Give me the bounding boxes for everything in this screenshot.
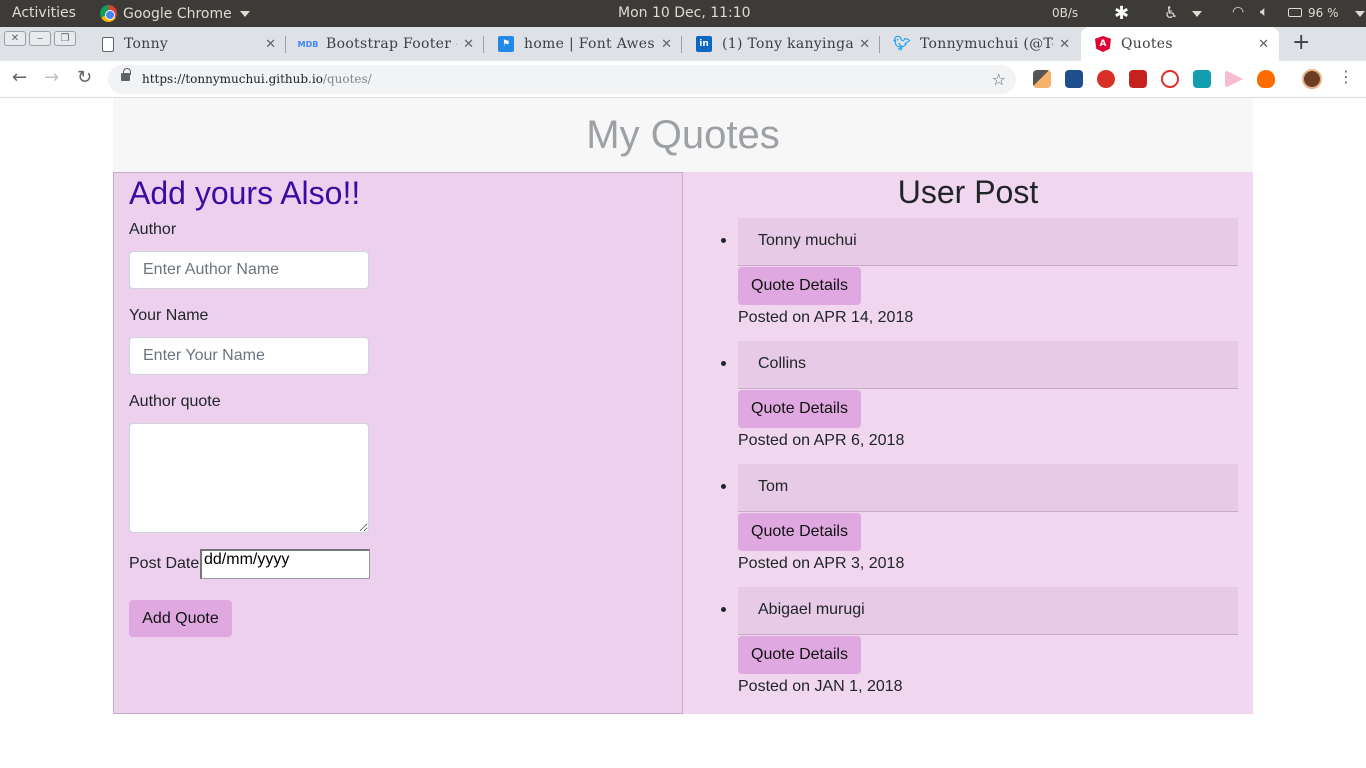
battery-icon[interactable] bbox=[1288, 8, 1302, 17]
post-author: Tom bbox=[738, 464, 1238, 512]
back-icon[interactable]: ← bbox=[12, 67, 27, 88]
bookmark-star-icon[interactable]: ☆ bbox=[992, 65, 1006, 94]
close-icon[interactable]: ✕ bbox=[1258, 37, 1269, 52]
accessibility-icon[interactable]: ♿ bbox=[1164, 3, 1178, 22]
close-icon[interactable]: ✕ bbox=[463, 37, 474, 52]
close-icon[interactable]: ✕ bbox=[859, 37, 870, 52]
tab-font-awesome[interactable]: ⚑ home | Font Aweso ✕ bbox=[484, 27, 682, 61]
wifi-icon[interactable]: ◠ bbox=[1232, 4, 1244, 20]
chrome-icon bbox=[100, 5, 117, 22]
post-date-label: Post Date bbox=[129, 555, 200, 572]
system-top-bar: Activities Google Chrome Mon 10 Dec, 11:… bbox=[0, 0, 1366, 27]
add-quote-form: Add yours Also!! Author Your Name Author… bbox=[113, 172, 683, 714]
volume-icon[interactable]: 🔈︎ bbox=[1260, 4, 1268, 20]
your-name-label: Your Name bbox=[129, 307, 209, 324]
tab-twitter[interactable]: 🐦︎ Tonnymuchui (@To ✕ bbox=[880, 27, 1080, 61]
arrow-extension-icon[interactable] bbox=[1225, 70, 1243, 88]
forward-icon[interactable]: → bbox=[44, 67, 59, 88]
new-tab-button[interactable]: + bbox=[1292, 30, 1310, 55]
post-date-input[interactable]: dd/mm/yyyy bbox=[200, 549, 370, 579]
author-quote-textarea[interactable] bbox=[129, 423, 369, 533]
author-quote-label: Author quote bbox=[129, 393, 221, 410]
page-title: My Quotes bbox=[586, 113, 780, 157]
web-page: My Quotes Add yours Also!! Author Your N… bbox=[0, 98, 1366, 768]
url-host: https://tonnymuchui.github.io bbox=[142, 72, 323, 86]
form-heading: Add yours Also!! bbox=[129, 175, 361, 211]
post-date: Posted on APR 3, 2018 bbox=[738, 555, 905, 572]
app-name: Google Chrome bbox=[123, 5, 232, 22]
close-icon[interactable]: ✕ bbox=[1059, 37, 1070, 52]
author-label: Author bbox=[129, 221, 177, 238]
post-item: Tom Quote Details Posted on APR 3, 2018 bbox=[721, 464, 1238, 573]
post-author: Abigael murugi bbox=[738, 587, 1238, 635]
app-menu[interactable]: Google Chrome bbox=[100, 5, 250, 22]
close-icon[interactable]: ✕ bbox=[265, 37, 276, 52]
post-author: Tonny muchui bbox=[738, 218, 1238, 266]
chevron-down-icon[interactable] bbox=[1192, 11, 1202, 17]
extension-tray-icon[interactable]: ✱ bbox=[1114, 3, 1129, 24]
tab-quotes[interactable]: A Quotes ✕ bbox=[1081, 27, 1279, 61]
chrome-menu-icon[interactable]: ⋮ bbox=[1338, 67, 1354, 86]
tab-linkedin[interactable]: in (1) Tony kanyingah ✕ bbox=[682, 27, 880, 61]
quote-details-button[interactable]: Quote Details bbox=[738, 636, 861, 674]
play-extension-icon[interactable] bbox=[1161, 70, 1179, 88]
linkedin-icon: in bbox=[696, 36, 712, 52]
maximize-window-icon[interactable]: ❐ bbox=[54, 31, 76, 46]
posts-heading: User Post bbox=[897, 174, 1039, 210]
page-icon bbox=[102, 36, 114, 52]
quote-details-button[interactable]: Quote Details bbox=[738, 267, 861, 305]
tab-tonny[interactable]: Tonny ✕ bbox=[88, 27, 286, 61]
post-author: Collins bbox=[738, 341, 1238, 389]
twitter-icon: 🐦︎ bbox=[893, 36, 911, 52]
minimize-window-icon[interactable]: – bbox=[29, 31, 51, 46]
clock[interactable]: Mon 10 Dec, 11:10 bbox=[618, 5, 751, 21]
author-input[interactable] bbox=[129, 251, 369, 289]
post-date: Posted on APR 6, 2018 bbox=[738, 432, 905, 449]
briefcase-extension-icon[interactable] bbox=[1065, 70, 1083, 88]
user-posts: User Post Tonny muchui Quote Details Pos… bbox=[683, 172, 1253, 714]
profile-avatar[interactable] bbox=[1302, 69, 1322, 89]
red-extension-icon[interactable] bbox=[1097, 70, 1115, 88]
bullet-icon bbox=[721, 484, 726, 489]
activities-button[interactable]: Activities bbox=[12, 5, 76, 21]
browser-toolbar: ← → ↻ https://tonnymuchui.github.io/quot… bbox=[0, 61, 1366, 98]
address-bar[interactable]: https://tonnymuchui.github.io/quotes/ ☆ bbox=[108, 65, 1016, 94]
battery-percent: 96 % bbox=[1308, 6, 1339, 20]
shield-extension-icon[interactable] bbox=[1129, 70, 1147, 88]
angular-icon: A bbox=[1095, 36, 1111, 52]
close-window-icon[interactable]: ✕ bbox=[4, 31, 26, 46]
bullet-icon bbox=[721, 607, 726, 612]
quote-details-button[interactable]: Quote Details bbox=[738, 513, 861, 551]
tab-bootstrap-footer[interactable]: MDB Bootstrap Footer - d ✕ bbox=[286, 27, 484, 61]
network-speed: 0B/s bbox=[1052, 6, 1079, 20]
bullet-icon bbox=[721, 238, 726, 243]
bullet-icon bbox=[721, 361, 726, 366]
teal-extension-icon[interactable] bbox=[1193, 70, 1211, 88]
post-date-value: dd/mm/yyyy bbox=[204, 551, 290, 568]
url-path: /quotes/ bbox=[322, 72, 372, 86]
post-item: Collins Quote Details Posted on APR 6, 2… bbox=[721, 341, 1238, 450]
lock-icon[interactable] bbox=[121, 68, 131, 81]
quote-details-button[interactable]: Quote Details bbox=[738, 390, 861, 428]
colorpicker-extension-icon[interactable] bbox=[1033, 70, 1051, 88]
tab-strip: ✕ – ❐ Tonny ✕ MDB Bootstrap Footer - d ✕… bbox=[0, 27, 1366, 61]
flag-icon: ⚑ bbox=[498, 36, 514, 52]
post-date: Posted on APR 14, 2018 bbox=[738, 309, 914, 326]
chevron-down-icon[interactable] bbox=[1355, 11, 1365, 17]
window-controls: ✕ – ❐ bbox=[4, 31, 76, 46]
your-name-input[interactable] bbox=[129, 337, 369, 375]
fire-extension-icon[interactable] bbox=[1257, 70, 1275, 88]
mdb-icon: MDB bbox=[297, 39, 319, 49]
add-quote-button[interactable]: Add Quote bbox=[129, 600, 232, 637]
post-date: Posted on JAN 1, 2018 bbox=[738, 678, 903, 695]
post-item: Tonny muchui Quote Details Posted on APR… bbox=[721, 218, 1238, 327]
post-item: Abigael murugi Quote Details Posted on J… bbox=[721, 587, 1238, 696]
reload-icon[interactable]: ↻ bbox=[77, 67, 92, 88]
close-icon[interactable]: ✕ bbox=[661, 37, 672, 52]
page-header: My Quotes bbox=[113, 98, 1253, 172]
chevron-down-icon bbox=[239, 10, 250, 17]
